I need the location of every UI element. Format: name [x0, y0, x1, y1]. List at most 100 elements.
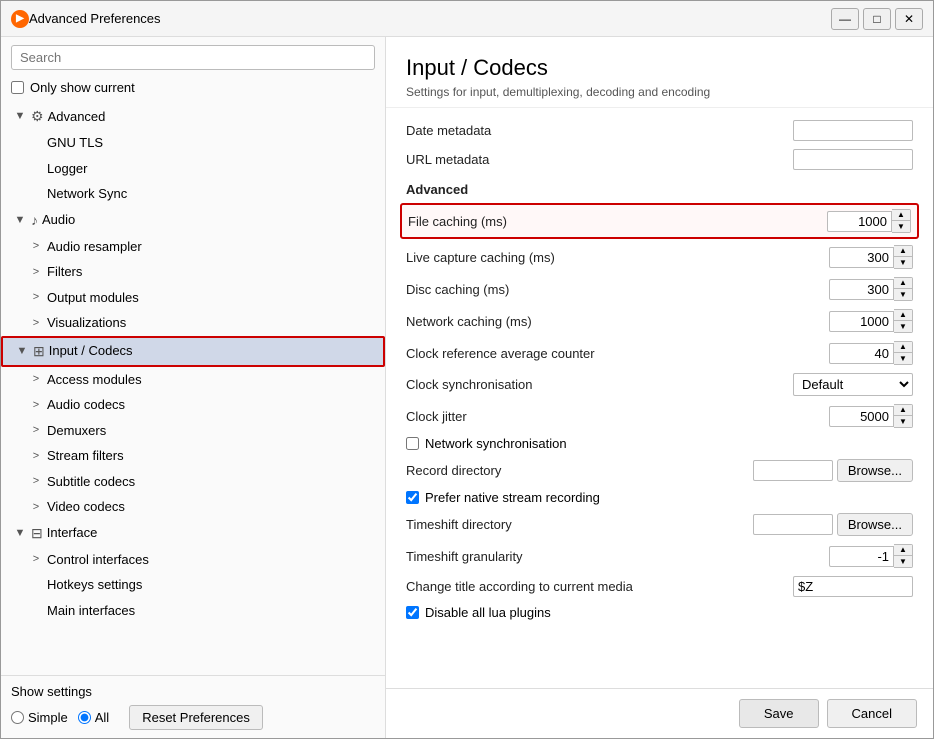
tree-label: Main interfaces	[47, 601, 135, 621]
save-button[interactable]: Save	[739, 699, 819, 728]
tree-item-audio-resampler[interactable]: > Audio resampler	[1, 234, 385, 260]
radio-simple[interactable]	[11, 711, 24, 724]
expand-icon: >	[29, 264, 43, 281]
minimize-button[interactable]: —	[831, 8, 859, 30]
tree-item-video-codecs[interactable]: > Video codecs	[1, 494, 385, 520]
prefer-native-checkbox[interactable]	[406, 491, 419, 504]
clock-jitter-row: Clock jitter ▲ ▼	[406, 400, 913, 432]
tree-item-hotkeys[interactable]: Hotkeys settings	[1, 572, 385, 598]
live-capture-increment[interactable]: ▲	[894, 246, 912, 257]
tree-label: Audio	[42, 210, 75, 230]
record-dir-input[interactable]	[753, 460, 833, 481]
tree-label: Subtitle codecs	[47, 472, 135, 492]
cancel-button[interactable]: Cancel	[827, 699, 917, 728]
url-metadata-row: URL metadata	[406, 145, 913, 174]
tree-label: Control interfaces	[47, 550, 149, 570]
tree-item-control-interfaces[interactable]: > Control interfaces	[1, 547, 385, 573]
clock-jitter-input[interactable]	[829, 406, 894, 427]
tree-item-stream-filters[interactable]: > Stream filters	[1, 443, 385, 469]
tree-label: Hotkeys settings	[47, 575, 142, 595]
tree-item-logger[interactable]: Logger	[1, 156, 385, 182]
interface-icon: ⊟	[31, 523, 43, 544]
timeshift-dir-browse-button[interactable]: Browse...	[837, 513, 913, 536]
expand-icon: >	[29, 422, 43, 439]
tree-item-filters[interactable]: > Filters	[1, 259, 385, 285]
file-caching-decrement[interactable]: ▼	[892, 221, 910, 232]
tree-item-subtitle-codecs[interactable]: > Subtitle codecs	[1, 469, 385, 495]
advanced-section-label: Advanced	[406, 174, 913, 201]
right-panel: Input / Codecs Settings for input, demul…	[386, 37, 933, 738]
tree-label: Video codecs	[47, 497, 125, 517]
tree-item-access-modules[interactable]: > Access modules	[1, 367, 385, 393]
window-title: Advanced Preferences	[29, 11, 831, 26]
tree-item-demuxers[interactable]: > Demuxers	[1, 418, 385, 444]
clock-jitter-spin-buttons: ▲ ▼	[894, 404, 913, 428]
reset-preferences-button[interactable]: Reset Preferences	[129, 705, 263, 730]
live-capture-decrement[interactable]: ▼	[894, 257, 912, 268]
tree-label: Access modules	[47, 370, 142, 390]
tree-item-audio-codecs[interactable]: > Audio codecs	[1, 392, 385, 418]
record-dir-browse-button[interactable]: Browse...	[837, 459, 913, 482]
tree-item-audio[interactable]: ▼ ♪ Audio	[1, 207, 385, 234]
network-sync-checkbox[interactable]	[406, 437, 419, 450]
tree-item-interface[interactable]: ▼ ⊟ Interface	[1, 520, 385, 547]
clock-jitter-decrement[interactable]: ▼	[894, 416, 912, 427]
tree-item-advanced[interactable]: ▼ ⚙ Advanced	[1, 103, 385, 130]
network-caching-decrement[interactable]: ▼	[894, 321, 912, 332]
tree-item-visualizations[interactable]: > Visualizations	[1, 310, 385, 336]
tree-item-input-codecs[interactable]: ▼ ⊞ Input / Codecs	[1, 336, 385, 367]
search-input[interactable]	[11, 45, 375, 70]
tree-item-main-interfaces[interactable]: Main interfaces	[1, 598, 385, 624]
clock-sync-select[interactable]: Default None Audio Video	[793, 373, 913, 396]
maximize-button[interactable]: □	[863, 8, 891, 30]
network-caching-spinner: ▲ ▼	[829, 309, 913, 333]
live-capture-spin-buttons: ▲ ▼	[894, 245, 913, 269]
radio-simple-label[interactable]: Simple	[11, 710, 68, 725]
tree-item-gnutls[interactable]: GNU TLS	[1, 130, 385, 156]
show-settings-label: Show settings	[11, 684, 375, 699]
live-capture-label: Live capture caching (ms)	[406, 250, 829, 265]
tree-item-networksync[interactable]: Network Sync	[1, 181, 385, 207]
clock-sync-label: Clock synchronisation	[406, 377, 793, 392]
date-metadata-input[interactable]	[793, 120, 913, 141]
file-caching-input[interactable]	[827, 211, 892, 232]
change-title-input[interactable]	[793, 576, 913, 597]
expand-icon: >	[29, 238, 43, 255]
prefer-native-row: Prefer native stream recording	[406, 486, 913, 509]
timeshift-gran-label: Timeshift granularity	[406, 549, 829, 564]
tree-item-output-modules[interactable]: > Output modules	[1, 285, 385, 311]
disc-caching-decrement[interactable]: ▼	[894, 289, 912, 300]
network-caching-increment[interactable]: ▲	[894, 310, 912, 321]
disc-caching-spinner: ▲ ▼	[829, 277, 913, 301]
timeshift-gran-increment[interactable]: ▲	[894, 545, 912, 556]
timeshift-gran-decrement[interactable]: ▼	[894, 556, 912, 567]
timeshift-dir-input[interactable]	[753, 514, 833, 535]
settings-tree: ▼ ⚙ Advanced GNU TLS Logger Network Sync…	[1, 101, 385, 675]
url-metadata-input[interactable]	[793, 149, 913, 170]
disc-caching-input[interactable]	[829, 279, 894, 300]
expand-icon: ▼	[13, 108, 27, 125]
radio-all[interactable]	[78, 711, 91, 724]
clock-ref-increment[interactable]: ▲	[894, 342, 912, 353]
timeshift-gran-input[interactable]	[829, 546, 894, 567]
music-icon: ♪	[31, 210, 38, 231]
live-capture-input[interactable]	[829, 247, 894, 268]
expand-icon: >	[29, 371, 43, 388]
clock-ref-input[interactable]	[829, 343, 894, 364]
network-caching-row: Network caching (ms) ▲ ▼	[406, 305, 913, 337]
file-caching-increment[interactable]: ▲	[892, 210, 910, 221]
only-current-checkbox[interactable]	[11, 81, 24, 94]
clock-ref-decrement[interactable]: ▼	[894, 353, 912, 364]
live-capture-row: Live capture caching (ms) ▲ ▼	[406, 241, 913, 273]
clock-jitter-spinner: ▲ ▼	[829, 404, 913, 428]
radio-all-label[interactable]: All	[78, 710, 109, 725]
clock-jitter-increment[interactable]: ▲	[894, 405, 912, 416]
disc-caching-increment[interactable]: ▲	[894, 278, 912, 289]
expand-icon: >	[29, 315, 43, 332]
change-title-row: Change title according to current media	[406, 572, 913, 601]
close-button[interactable]: ✕	[895, 8, 923, 30]
disable-lua-checkbox[interactable]	[406, 606, 419, 619]
window-controls: — □ ✕	[831, 8, 923, 30]
timeshift-gran-spin-buttons: ▲ ▼	[894, 544, 913, 568]
network-caching-input[interactable]	[829, 311, 894, 332]
